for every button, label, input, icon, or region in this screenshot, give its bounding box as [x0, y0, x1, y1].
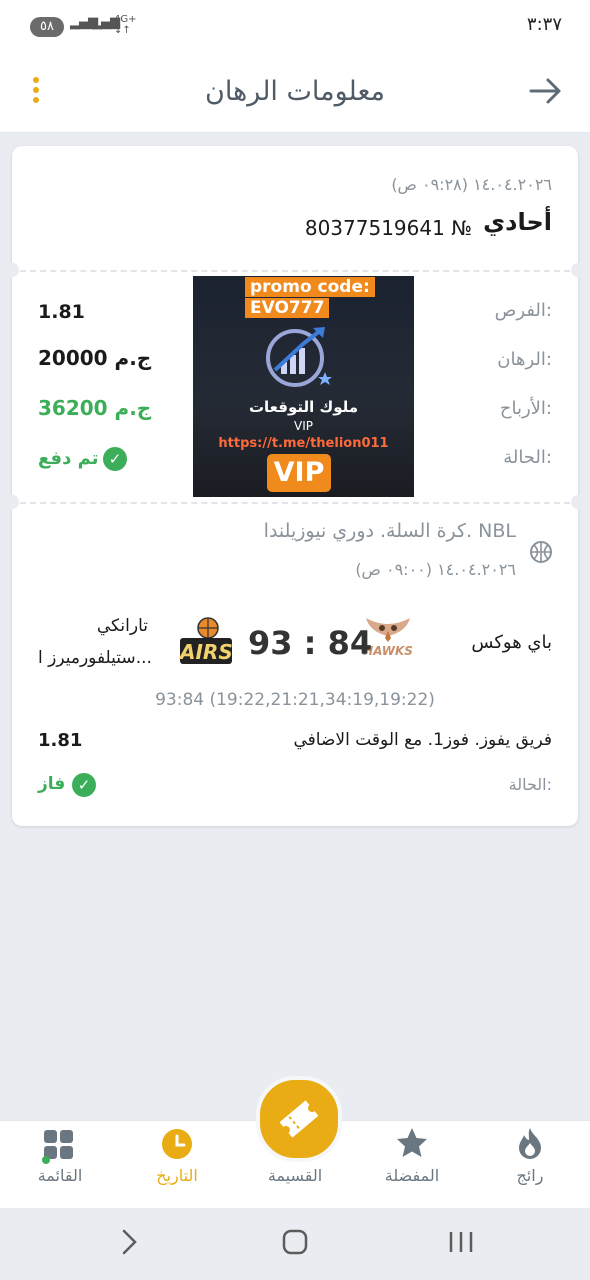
system-recents-icon[interactable] [448, 1230, 474, 1254]
check-circle-icon: ✓ [72, 773, 96, 797]
network-type: 4G+ ↓↑ [114, 14, 137, 36]
clock-icon[interactable] [161, 1128, 193, 1160]
arrow-right-icon[interactable] [528, 76, 564, 106]
promo-code-line1: promo code: [245, 277, 375, 297]
market-name: فريق يفوز. فوز1. مع الوقت الاضافي [293, 730, 552, 750]
event-league: كرة السلة. دوري نيوزيلندا. NBL [263, 520, 516, 542]
winnings-value: 36200 ج.م [38, 396, 152, 420]
basketball-icon [529, 540, 553, 564]
home-team-name: باي هوكس [471, 632, 552, 653]
winnings-label: الأرباح: [499, 398, 552, 419]
ticket-icon[interactable] [256, 1076, 342, 1162]
promo-image: promo code: EVO777 ملوك التوقعات VIP htt… [193, 276, 414, 497]
odds-value: 1.81 [38, 301, 85, 323]
odds-label: الفرص: [494, 300, 552, 321]
stake-label: الرهان: [497, 349, 552, 370]
divider [20, 270, 570, 272]
promo-vip-small: VIP [294, 419, 313, 433]
nav-item-betslip[interactable]: القسيمة [245, 1166, 345, 1185]
system-back-icon[interactable] [118, 1228, 142, 1256]
star-icon[interactable] [395, 1126, 429, 1160]
promo-link: https://t.me/thelion011 [218, 436, 389, 451]
card-notch [5, 263, 19, 277]
nav-item-history[interactable]: التاريخ [127, 1166, 227, 1185]
nav-item-trending[interactable]: رائج [480, 1166, 580, 1185]
event-status-value: فاز [38, 774, 66, 794]
divider [20, 502, 570, 504]
bet-datetime: ١٤.٠٤.٢٠٢٦ (٠٩:٢٨ ص) [391, 175, 552, 194]
promo-code-line2: EVO777 [245, 298, 330, 318]
page-title: معلومات الرهان [205, 76, 385, 107]
nav-item-menu[interactable]: القائمة [10, 1166, 110, 1185]
check-circle-icon: ✓ [103, 447, 127, 471]
promo-logo-icon [263, 322, 333, 392]
bet-type: أحادي [483, 208, 552, 236]
promo-brand: ملوك التوقعات [248, 398, 359, 416]
away-team-logo: AIRS [178, 614, 234, 668]
flame-icon[interactable] [515, 1126, 545, 1160]
stake-value: 20000 ج.م [38, 346, 152, 370]
away-team-name-line1: تارانكي [96, 616, 148, 636]
status-label: الحالة: [503, 447, 552, 468]
system-home-icon[interactable] [282, 1229, 308, 1255]
market-odds: 1.81 [38, 730, 83, 751]
bet-number: 80377519641 № [304, 216, 472, 240]
card-notch [571, 263, 585, 277]
battery-indicator: ٥٨ [30, 17, 64, 37]
card-notch [571, 495, 585, 509]
kebab-menu-icon[interactable] [33, 77, 41, 105]
grid-menu-icon[interactable] [40, 1128, 76, 1164]
promo-vip-badge: VIP [267, 454, 331, 492]
nav-item-favorites[interactable]: المفضلة [362, 1166, 462, 1185]
score: 93 : 84 [248, 624, 373, 662]
bet-status-value: تم دفع [38, 448, 99, 469]
away-team-name-line2: ستيلفورميرز ا... [38, 648, 152, 668]
status-time: ٣:٣٧ [526, 14, 562, 35]
event-status-label: الحالة: [508, 775, 552, 794]
period-scores: 93:84 (19:22,21:21,34:19,19:22) [155, 690, 435, 710]
card-notch [5, 495, 19, 509]
event-datetime: ١٤.٠٤.٢٠٢٦ (٠٩:٠٠ ص) [355, 560, 516, 579]
